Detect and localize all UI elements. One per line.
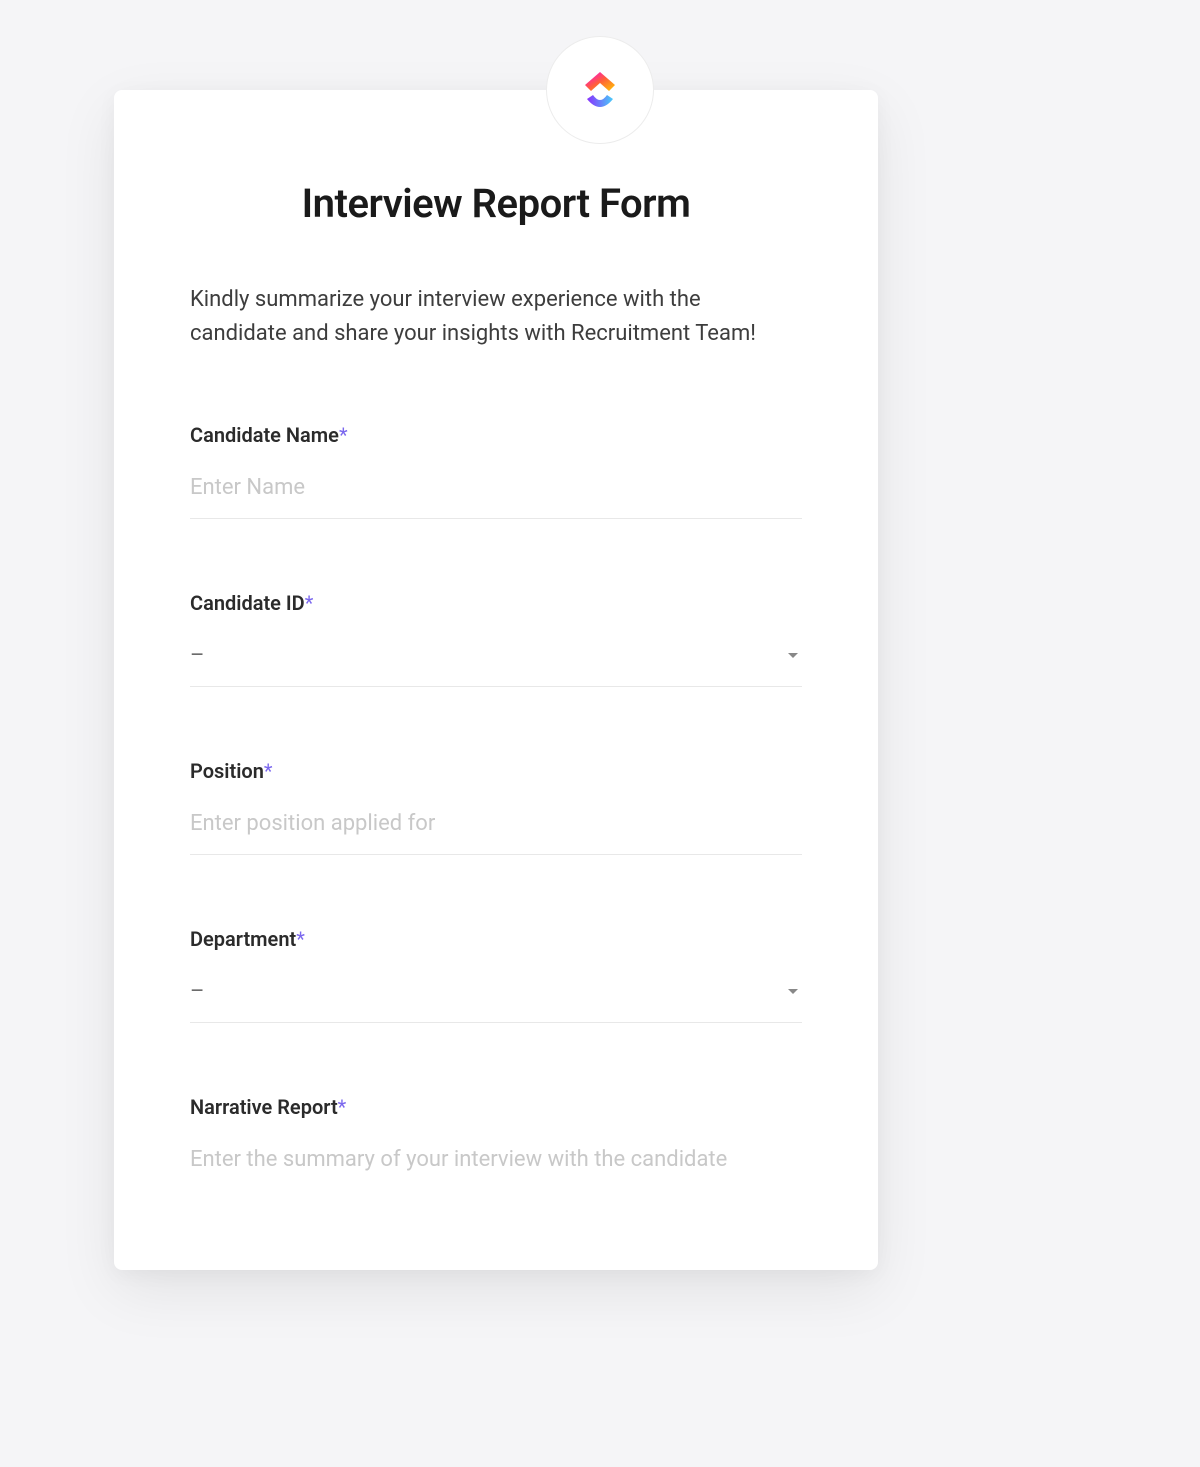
department-dropdown[interactable]: – <box>190 975 802 1023</box>
label-text: Narrative Report <box>190 1095 338 1119</box>
dropdown-selected-value: – <box>190 643 205 668</box>
required-mark: * <box>338 1095 347 1119</box>
brand-logo-container <box>546 36 654 144</box>
label-text: Candidate ID <box>190 591 305 615</box>
position-input[interactable] <box>190 807 802 855</box>
label-text: Department <box>190 927 296 951</box>
label-text: Candidate Name <box>190 423 339 447</box>
clickup-logo-icon <box>573 63 627 117</box>
form-title: Interview Report Form <box>114 180 878 227</box>
candidate-id-dropdown[interactable]: – <box>190 639 802 687</box>
required-mark: * <box>264 759 273 783</box>
label-text: Position <box>190 759 264 783</box>
field-candidate-name: Candidate Name* <box>190 423 802 519</box>
chevron-down-icon <box>788 989 798 994</box>
required-mark: * <box>305 591 314 615</box>
required-mark: * <box>296 927 305 951</box>
dropdown-selected-value: – <box>190 979 205 1004</box>
position-label: Position* <box>190 759 802 783</box>
field-position: Position* <box>190 759 802 855</box>
chevron-down-icon <box>788 653 798 658</box>
field-department: Department* – <box>190 927 802 1023</box>
form-body: Kindly summarize your interview experien… <box>114 283 878 1190</box>
required-mark: * <box>339 423 348 447</box>
candidate-name-input[interactable] <box>190 471 802 519</box>
department-label: Department* <box>190 927 802 951</box>
narrative-report-label: Narrative Report* <box>190 1095 802 1119</box>
candidate-name-label: Candidate Name* <box>190 423 802 447</box>
narrative-report-input[interactable]: Enter the summary of your interview with… <box>190 1143 802 1190</box>
field-candidate-id: Candidate ID* – <box>190 591 802 687</box>
form-card: Interview Report Form Kindly summarize y… <box>114 90 878 1270</box>
candidate-id-label: Candidate ID* <box>190 591 802 615</box>
field-narrative-report: Narrative Report* Enter the summary of y… <box>190 1095 802 1190</box>
form-description: Kindly summarize your interview experien… <box>190 283 802 351</box>
